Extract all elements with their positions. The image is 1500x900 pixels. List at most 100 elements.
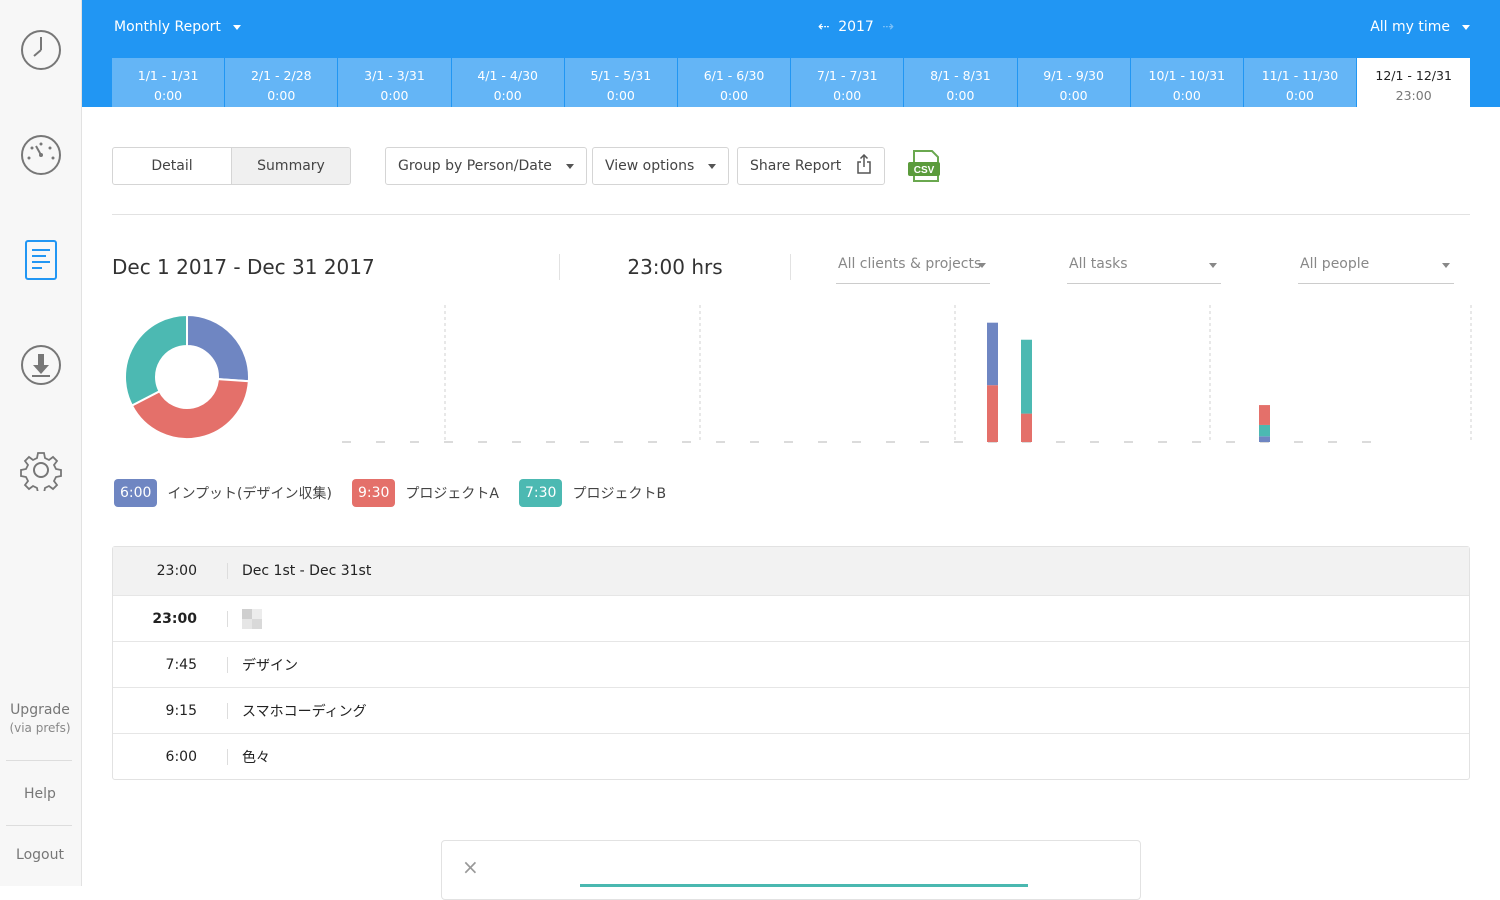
month-tab[interactable]: 9/1 - 9/30 0:00 [1017,58,1131,107]
month-range-label: 8/1 - 8/31 [930,68,991,83]
month-hours-value: 0:00 [833,88,862,103]
clock-icon[interactable] [20,29,62,71]
month-tab[interactable]: 3/1 - 3/31 0:00 [338,58,452,107]
detail-tab[interactable]: Detail [113,148,231,184]
share-icon [856,153,871,174]
chevron-down-icon [1462,24,1470,30]
month-hours-value: 0:00 [493,88,522,103]
month-range-label: 2/1 - 2/28 [250,68,312,83]
month-tab[interactable]: 2/1 - 2/28 0:00 [225,58,339,107]
dashboard-gauge-icon[interactable] [20,134,62,176]
legend-label: プロジェクトB [572,486,667,502]
bar-segment[interactable] [987,322,998,386]
table-group-header: 23:00 Dec 1st - Dec 31st [113,547,1469,595]
time-scope-dropdown[interactable]: All my time [1370,19,1470,35]
year-navigator: ⇠ 2017 ⇢ [818,19,894,35]
month-range-label: 7/1 - 7/31 [816,68,878,83]
report-type-label: Monthly Report [114,19,221,35]
month-tab[interactable]: 11/1 - 11/30 0:00 [1243,58,1358,107]
chevron-down-icon [1209,263,1217,268]
people-filter[interactable]: All people [1298,250,1454,284]
month-range-label: 10/1 - 10/31 [1148,68,1226,83]
date-range-title: Dec 1 2017 - Dec 31 2017 [112,255,375,279]
table-row: 6:00 色々 [113,733,1469,779]
daily-hours-bar-chart [342,305,1472,443]
month-hours-value: 0:00 [719,88,749,103]
month-hours-value: 0:00 [267,88,296,103]
view-options-dropdown[interactable]: View options [592,147,730,185]
task-name[interactable]: 色々 [242,747,270,767]
table-row: 23:00 [113,595,1469,641]
bar-segment[interactable] [987,385,998,442]
legend-hours-badge: 7:30 [519,479,563,507]
prev-year-arrow-icon[interactable]: ⇠ [818,19,830,35]
month-hours-value: 0:00 [1285,88,1314,103]
month-tab[interactable]: 6/1 - 6/30 0:00 [677,58,792,107]
summary-tab[interactable]: Summary [231,148,350,184]
total-hours: 23:00 hrs [627,255,723,279]
row-hours: 23:00 [152,610,197,627]
group-by-dropdown[interactable]: Group by Person/Date [385,147,587,185]
divider [790,254,791,280]
month-hours-value: 0:00 [606,88,635,103]
report-document-icon[interactable] [20,239,62,281]
row-hours: 7:45 [165,656,197,673]
year-label: 2017 [838,19,874,35]
legend-label: プロジェクトA [405,486,499,502]
bar-segment[interactable] [1021,339,1032,414]
task-name[interactable]: デザイン [242,655,298,675]
clients-projects-filter[interactable]: All clients & projects [836,250,990,284]
task-name[interactable]: スマホコーディング [242,701,367,721]
table-row: 9:15 スマホコーディング [113,687,1469,733]
month-hours-value: 0:00 [154,88,183,103]
logout-link[interactable]: Logout [0,847,80,863]
cell-divider [227,748,228,765]
chevron-down-icon [1442,263,1450,268]
close-icon[interactable]: × [462,857,479,877]
bar-segment[interactable] [1259,436,1270,442]
bar-segment[interactable] [1259,424,1270,437]
csv-file-icon: CSV [908,150,940,182]
row-hours: 9:15 [165,702,197,719]
view-mode-toggle: Detail Summary [112,147,351,185]
settings-gear-icon[interactable] [20,449,62,491]
month-tabs: 1/1 - 1/31 0:00 2/1 - 2/28 0:00 3/1 - 3/31 0:… [112,58,1471,107]
avatar[interactable] [242,608,262,629]
month-tab[interactable]: 10/1 - 10/31 0:00 [1130,58,1244,107]
legend-item: 6:00 インプット(デザイン収集) [114,479,332,507]
share-report-button[interactable]: Share Report [737,147,885,185]
summary-table: 23:00 Dec 1st - Dec 31st 23:00 7:45 デザイン 9:15… [112,546,1470,780]
view-options-label: View options [605,158,695,174]
tasks-filter[interactable]: All tasks [1067,250,1221,284]
legend-hours-badge: 9:30 [351,479,396,507]
month-hours-value: 0:00 [946,88,975,103]
download-icon[interactable] [20,344,62,386]
tasks-filter-label: All tasks [1069,256,1128,272]
date-range-label: Dec 1st - Dec 31st [242,563,372,579]
clients-projects-filter-label: All clients & projects [838,256,982,272]
month-range-label: 4/1 - 4/30 [477,68,538,83]
month-tab[interactable]: 7/1 - 7/31 0:00 [791,58,905,107]
help-link[interactable]: Help [0,786,80,802]
bottom-panel: × [441,840,1141,900]
legend-item: 9:30 プロジェクトA [351,479,499,507]
month-tab[interactable]: 1/1 - 1/31 0:00 [112,58,226,107]
bar-segment[interactable] [1259,405,1270,425]
month-tab[interactable]: 12/1 - 12/31 23:00 [1357,58,1471,107]
upgrade-link[interactable]: Upgrade (via prefs) [0,702,80,735]
next-year-arrow-icon[interactable]: ⇢ [882,19,894,35]
report-type-dropdown[interactable]: Monthly Report [114,19,241,35]
chart-legend: 6:00 インプット(デザイン収集) 9:30 プロジェクトA 7:30 プロジェクトB [114,478,686,508]
bar-segment[interactable] [1021,413,1032,442]
month-tab[interactable]: 5/1 - 5/31 0:00 [564,58,678,107]
upgrade-label: Upgrade [10,702,70,718]
month-tab[interactable]: 8/1 - 8/31 0:00 [904,58,1018,107]
month-tab[interactable]: 4/1 - 4/30 0:00 [451,58,565,107]
csv-export-button[interactable]: CSV [908,150,944,182]
csv-label: CSV [914,165,935,176]
divider [112,214,1470,215]
month-range-label: 6/1 - 6/30 [703,68,765,83]
group-by-label: Group by Person/Date [398,158,552,174]
table-row: 7:45 デザイン [113,641,1469,687]
donut-slice [186,314,250,383]
